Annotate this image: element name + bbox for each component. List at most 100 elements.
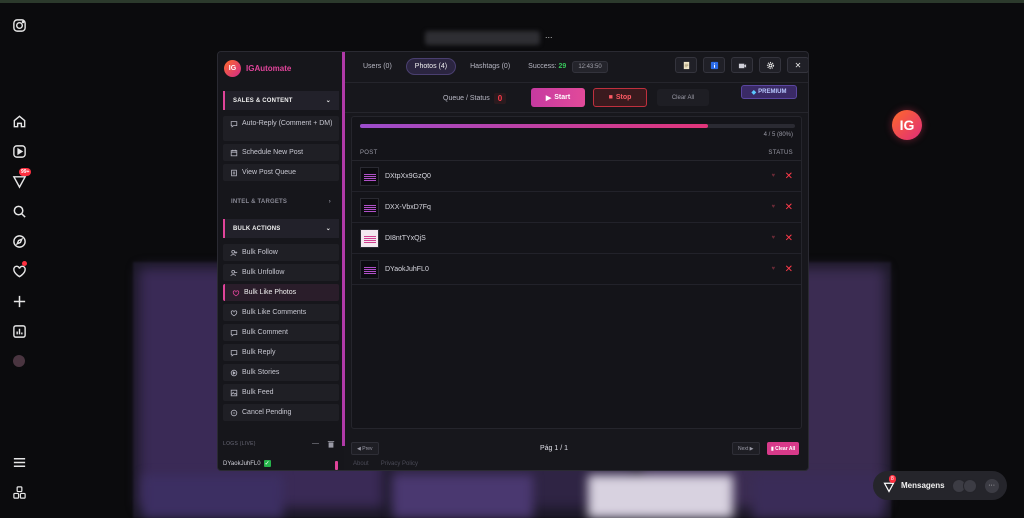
heart-icon <box>232 289 240 296</box>
sidebar-item-bulk-feed[interactable]: Bulk Feed <box>223 384 339 401</box>
section-bulk-actions[interactable]: BULK ACTIONS ⌄ <box>223 219 339 238</box>
instagram-sidebar: 99+ <box>0 0 38 518</box>
tab-hashtags[interactable]: Hashtags (0) <box>462 59 518 74</box>
options-ellipsis[interactable]: ... <box>545 30 553 40</box>
gear-icon <box>766 61 774 69</box>
heart-icon: ♥ <box>771 266 775 272</box>
image-icon <box>230 389 238 396</box>
activity-dot <box>22 261 27 266</box>
instagram-icon[interactable] <box>11 17 27 33</box>
start-button[interactable]: ▶ Start <box>531 88 585 107</box>
notes-button[interactable] <box>675 57 697 73</box>
search-icon[interactable] <box>11 203 27 219</box>
heart-icon: ♥ <box>771 235 775 241</box>
messages-label: Mensagens <box>901 481 945 490</box>
info-icon <box>710 61 718 69</box>
explore-icon[interactable] <box>11 233 27 249</box>
messenger-icon: 8 <box>883 474 896 493</box>
blurred-profile-title <box>425 31 540 45</box>
info-button[interactable] <box>703 57 725 73</box>
sidebar-item-cancel-pending[interactable]: Cancel Pending <box>223 404 339 421</box>
user-plus-icon <box>230 249 238 256</box>
section-intel-targets[interactable]: INTEL & TARGETS › <box>223 192 339 211</box>
check-icon: ✓ <box>263 460 271 467</box>
chat-icon <box>230 121 238 128</box>
sidebar-item-bulk-unfollow[interactable]: Bulk Unfollow <box>223 264 339 281</box>
messages-badge: 8 <box>889 474 896 483</box>
remove-icon[interactable]: ✕ <box>785 233 793 244</box>
header-divider <box>345 82 808 83</box>
messages-pill[interactable]: 8 Mensagens ··· <box>873 471 1007 500</box>
privacy-link[interactable]: Privacy Policy <box>381 461 418 467</box>
table-row: DI8ntTYxQjS ♥ ✕ <box>352 224 801 254</box>
sidebar-item-bulk-like-comments[interactable]: Bulk Like Comments <box>223 304 339 321</box>
home-icon[interactable] <box>11 113 27 129</box>
sidebar-item-bulk-stories[interactable]: Bulk Stories <box>223 364 339 381</box>
trash-icon[interactable] <box>327 440 335 450</box>
blurred-post-row <box>133 470 891 518</box>
toolbar: ✕ <box>675 57 808 73</box>
settings-button[interactable] <box>759 57 781 73</box>
post-thumbnail <box>360 229 379 248</box>
clock: 12:43:50 <box>572 60 608 73</box>
clear-all-button[interactable]: Clear All <box>657 89 709 106</box>
progress-fill <box>360 124 708 128</box>
column-status: STATUS <box>768 150 793 156</box>
clear-all-bottom-button[interactable]: ▮ Clear All <box>767 442 800 455</box>
section-sales-content[interactable]: SALES & CONTENT ⌄ <box>223 91 339 110</box>
logs-label: LOGS (LIVE) <box>223 441 256 447</box>
reply-icon <box>230 349 238 357</box>
remove-icon[interactable]: ✕ <box>785 171 793 182</box>
prev-button[interactable]: ◀ Prev <box>351 442 379 455</box>
minimize-icon[interactable]: — <box>312 440 319 450</box>
reels-icon[interactable] <box>11 143 27 159</box>
heart-icon <box>230 309 238 316</box>
meta-apps-icon[interactable] <box>11 484 27 500</box>
igautomate-panel: IG IGAutomate SALES & CONTENT ⌄ Auto-Rep… <box>217 51 809 471</box>
more-icon[interactable]: ··· <box>984 478 999 493</box>
sidebar-item-bulk-like-photos[interactable]: Bulk Like Photos <box>223 284 339 301</box>
heart-icon[interactable] <box>11 261 27 279</box>
sidebar-item-bulk-comment[interactable]: Bulk Comment <box>223 324 339 341</box>
log-scrollbar[interactable] <box>335 461 338 470</box>
create-icon[interactable] <box>11 293 27 309</box>
video-button[interactable] <box>731 57 753 73</box>
cancel-icon <box>230 409 238 416</box>
brand: IG IGAutomate <box>224 60 291 77</box>
brand-name: IGAutomate <box>246 64 292 73</box>
remove-icon[interactable]: ✕ <box>785 264 793 275</box>
stop-button[interactable]: ■ Stop <box>593 88 647 107</box>
sidebar-item-bulk-follow[interactable]: Bulk Follow <box>223 244 339 261</box>
post-thumbnail <box>360 198 379 217</box>
dashboard-icon[interactable] <box>11 323 27 339</box>
next-button[interactable]: Next ▶ <box>732 442 760 455</box>
message-avatars <box>951 478 977 493</box>
sidebar-item-view-queue[interactable]: View Post Queue <box>223 164 339 181</box>
about-link[interactable]: About <box>353 461 369 467</box>
tab-users[interactable]: Users (0) <box>355 59 400 74</box>
menu-icon[interactable] <box>11 454 27 470</box>
tab-photos[interactable]: Photos (4) <box>405 58 457 75</box>
igautomate-float-button[interactable]: IG <box>892 110 922 140</box>
premium-button[interactable]: ◆ PREMIUM <box>741 85 797 99</box>
queue-count: 0 <box>493 93 507 104</box>
table-header: POST STATUS <box>352 146 801 161</box>
list-icon <box>231 169 237 176</box>
controls-divider <box>345 112 808 113</box>
remove-icon[interactable]: ✕ <box>785 202 793 213</box>
queue-status: Queue / Status 0 <box>443 93 507 104</box>
sidebar-item-schedule-post[interactable]: Schedule New Post <box>223 144 339 161</box>
heart-icon: ♥ <box>771 173 775 179</box>
post-thumbnail <box>360 260 379 279</box>
camera-icon <box>738 63 746 68</box>
profile-avatar[interactable] <box>11 353 27 369</box>
post-code: DI8ntTYxQjS <box>385 235 426 242</box>
chevron-down-icon: ⌄ <box>325 98 331 104</box>
chat-icon <box>230 329 238 337</box>
sidebar-item-auto-reply[interactable]: Auto-Reply (Comment + DM) <box>223 116 339 141</box>
close-button[interactable]: ✕ <box>787 57 808 73</box>
table-row: DXtpXx9GzQ0 ♥ ✕ <box>352 162 801 192</box>
messenger-icon[interactable]: 99+ <box>11 168 32 189</box>
table-row: DXX-VbxD7Fq ♥ ✕ <box>352 193 801 223</box>
sidebar-item-bulk-reply[interactable]: Bulk Reply <box>223 344 339 361</box>
